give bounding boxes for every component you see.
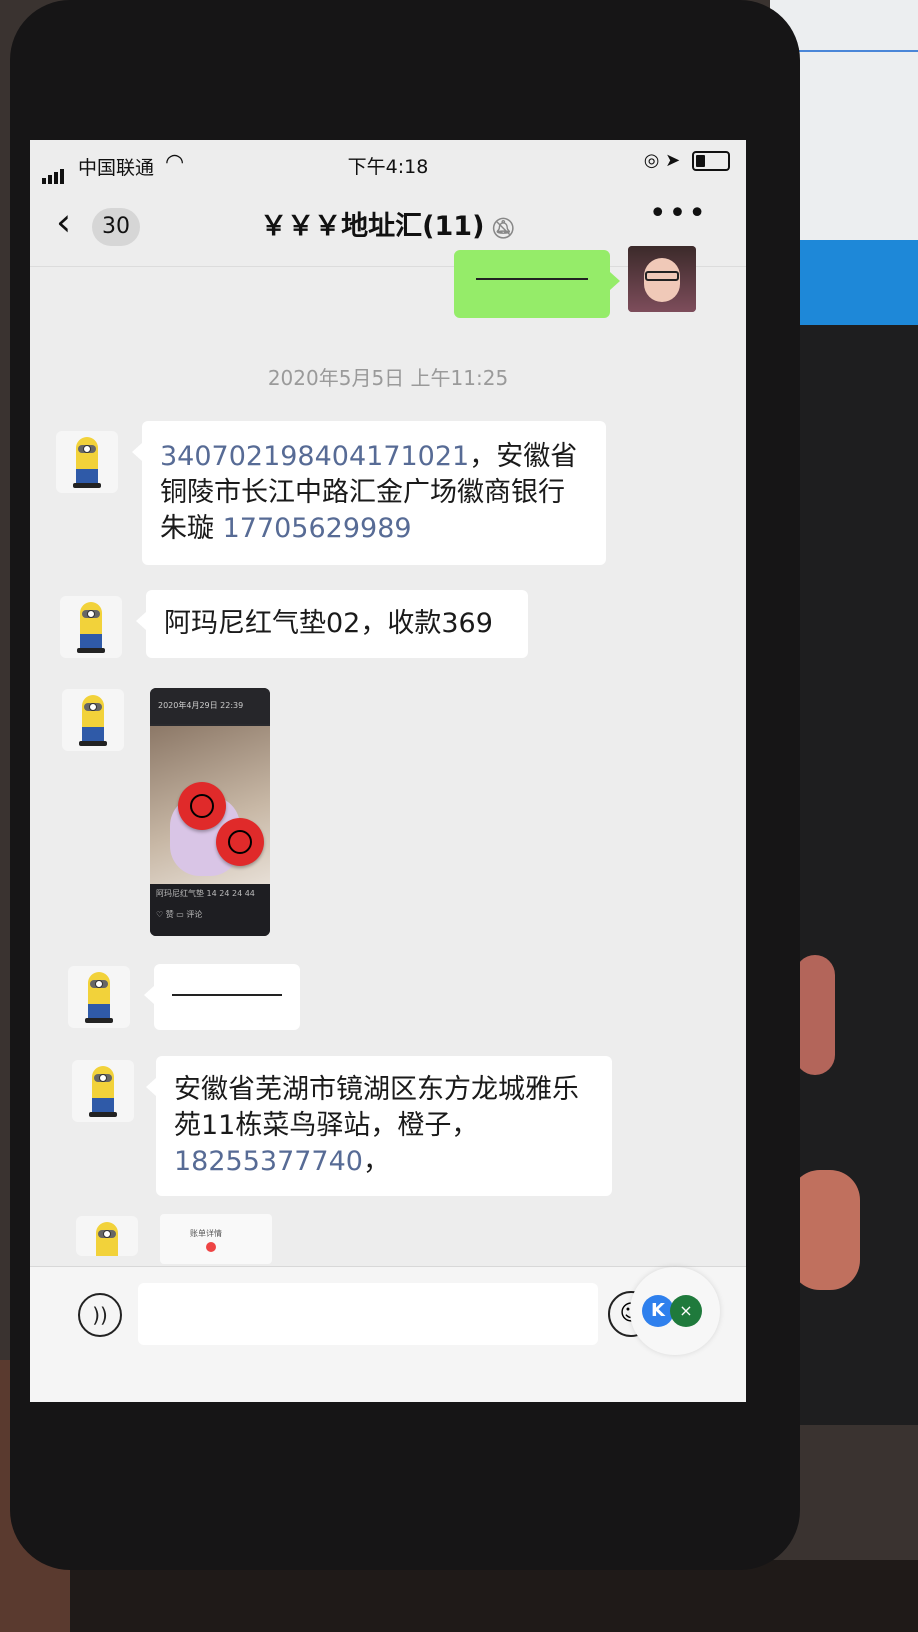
message-text: 阿玛尼红气垫02，收款369 [164,608,493,639]
more-icon[interactable]: ••• [649,196,708,231]
compact-product [216,818,264,866]
sender-avatar[interactable] [68,966,130,1028]
sender-avatar[interactable] [56,431,118,493]
chat-screen: 中国联通 ◠ 下午4:18 ◎ ➤ ‹ 30 ￥￥￥地址汇(11)🔕︎ ••• [30,140,746,1402]
incoming-message[interactable]: 阿玛尼红气垫02，收款369 [136,590,528,658]
battery-icon [692,151,730,171]
message-list[interactable]: 2020年5月5日 上午11:25 340702198404171021，安徽省… [30,246,746,1266]
incoming-message[interactable] [144,964,300,1030]
location-icon: ➤ [665,150,681,171]
sender-avatar[interactable] [76,1216,138,1256]
phone-frame: 中国联通 ◠ 下午4:18 ◎ ➤ ‹ 30 ￥￥￥地址汇(11)🔕︎ ••• [10,0,800,1570]
background-desk [0,1560,918,1632]
bill-icon [206,1242,216,1252]
image-message[interactable]: 账单详情 [160,1214,272,1264]
my-avatar[interactable] [628,246,696,312]
compact-product [178,782,226,830]
input-bar: )) ☺ K × [30,1266,746,1402]
sender-avatar[interactable] [72,1060,134,1122]
image-message[interactable]: 2020年4月29日 22:39 阿玛尼红气垫 14 24 24 44 ♡ 赞 … [150,688,270,936]
status-time: 下午4:18 [347,156,429,178]
image-header: 2020年4月29日 22:39 [150,688,270,724]
chat-title: ￥￥￥地址汇(11) 🔕︎ [30,204,746,243]
sender-avatar[interactable] [62,689,124,751]
mute-bell-icon: 🔕︎ [490,216,516,240]
x-app-icon[interactable]: × [670,1295,702,1327]
redacted-line [476,278,588,280]
timestamp-divider: 2020年5月5日 上午11:25 [267,366,509,390]
background-finger [790,1170,860,1290]
incoming-message[interactable]: 安徽省芜湖市镜湖区东方龙城雅乐苑11栋菜鸟驿站，橙子， 18255377740， [146,1056,612,1196]
background-blue-panel [780,240,918,325]
message-text: 安徽省芜湖市镜湖区东方龙城雅乐苑11栋菜鸟驿站，橙子， [174,1074,579,1141]
outgoing-message[interactable] [454,250,620,318]
background-finger [795,955,835,1075]
rotation-lock-icon: ◎ [643,150,660,171]
status-bar: 中国联通 ◠ 下午4:18 ◎ ➤ [30,140,746,186]
floating-widget[interactable]: K × [630,1267,720,1355]
image-photo [150,726,270,884]
redacted-line [172,994,282,996]
chat-title-text: ￥￥￥地址汇(11) [260,211,485,242]
image-caption: 阿玛尼红气垫 14 24 24 44 [156,889,255,898]
phone-link[interactable]: 18255377740 [174,1146,363,1177]
image-title: 账单详情 [190,1229,222,1238]
image-actions: ♡ 赞 ▭ 评论 [156,910,203,919]
id-number-link[interactable]: 340702198404171021 [160,441,469,472]
phone-link[interactable]: 17705629989 [223,513,412,544]
status-icons: ◎ ➤ [644,150,730,171]
message-text: ， [362,1146,390,1177]
background-line [790,50,918,52]
sender-avatar[interactable] [60,596,122,658]
image-footer: 阿玛尼红气垫 14 24 24 44 ♡ 赞 ▭ 评论 [150,884,270,936]
message-input[interactable] [138,1283,598,1345]
incoming-message[interactable]: 340702198404171021，安徽省铜陵市长江中路汇金广场徽商银行朱璇 … [132,421,606,565]
voice-icon[interactable]: )) [78,1293,122,1337]
